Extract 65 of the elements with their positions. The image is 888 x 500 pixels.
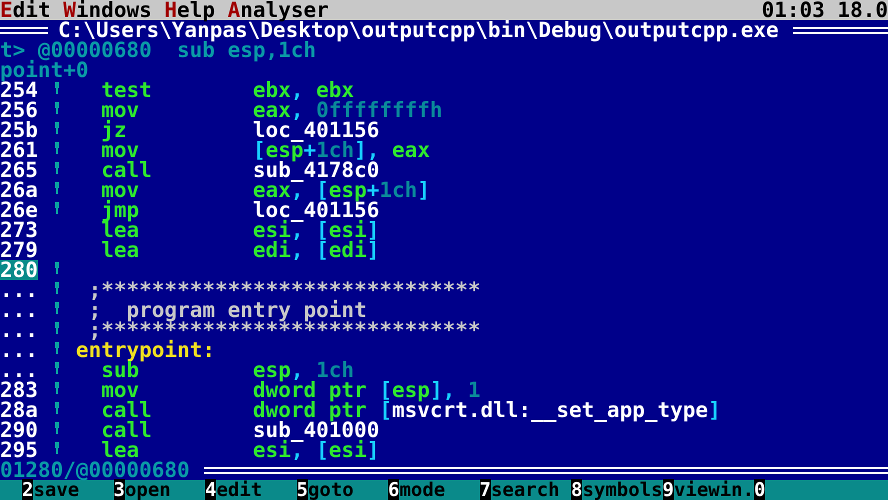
address-label[interactable]: 290 bbox=[0, 420, 38, 440]
operand-text: dword ptr [esp], 1 bbox=[252, 380, 481, 400]
operand-text: esp, 1ch bbox=[252, 360, 354, 380]
function-key[interactable]: 6mode bbox=[388, 480, 480, 500]
function-key[interactable]: 9viewin. bbox=[662, 480, 754, 500]
operand-text: sub_401000 bbox=[252, 420, 380, 440]
operand-text: loc_401156 bbox=[252, 200, 380, 220]
address-label[interactable]: 26a bbox=[0, 180, 38, 200]
address-label[interactable]: 265 bbox=[0, 160, 38, 180]
mnemonic-text: mov bbox=[100, 100, 140, 120]
address-label[interactable]: 28a bbox=[0, 400, 38, 420]
address-label[interactable]: 295 bbox=[0, 440, 38, 460]
address-label[interactable]: 273 bbox=[0, 220, 38, 240]
mnemonic-text: mov bbox=[100, 140, 140, 160]
function-key[interactable]: 3open bbox=[114, 480, 205, 500]
menu-item[interactable]: Windows bbox=[63, 0, 152, 20]
operand-text: edi, [edi] bbox=[252, 240, 380, 260]
address-label[interactable]: 25b bbox=[0, 120, 38, 140]
mnemonic-text: lea bbox=[100, 220, 140, 240]
address-label[interactable]: ... bbox=[0, 300, 38, 320]
clock-text: 01:03 18.0 bbox=[762, 0, 888, 20]
address-label[interactable]: ... bbox=[0, 360, 38, 380]
address-label[interactable]: ... bbox=[0, 280, 38, 300]
address-label[interactable]: ... bbox=[0, 340, 38, 360]
function-key[interactable]: 0 bbox=[754, 480, 846, 500]
menu-item[interactable]: Edit bbox=[0, 0, 51, 20]
offset-status-text: 01280/@00000680 bbox=[0, 460, 190, 480]
function-key[interactable]: 4edit bbox=[205, 480, 296, 500]
address-label[interactable]: 256 bbox=[0, 100, 38, 120]
comment-text: ; program entry point bbox=[88, 300, 367, 320]
comment-text: ;****************************** bbox=[88, 320, 480, 340]
mnemonic-text: mov bbox=[100, 380, 140, 400]
function-key[interactable]: 2save bbox=[22, 480, 114, 500]
address-label[interactable]: 280 bbox=[0, 260, 38, 280]
operand-text: loc_401156 bbox=[252, 120, 380, 140]
mnemonic-text: sub bbox=[101, 360, 140, 380]
function-key[interactable]: 5goto bbox=[296, 480, 388, 500]
location-text: t> @00000680 sub esp,1ch bbox=[0, 40, 316, 60]
function-key[interactable]: 8symbols bbox=[571, 480, 662, 500]
file-path-title: C:\Users\Yanpas\Desktop\outputcpp\bin\Debug\outputcpp.exe bbox=[58, 20, 779, 40]
address-label[interactable]: 261 bbox=[0, 140, 38, 160]
mnemonic-text: call bbox=[100, 420, 153, 440]
mnemonic-text: lea bbox=[101, 440, 140, 460]
operand-text: sub_4178c0 bbox=[252, 160, 380, 180]
address-label[interactable]: 283 bbox=[0, 380, 38, 400]
menu-item[interactable]: Analyser bbox=[228, 0, 329, 20]
comment-text: ;****************************** bbox=[88, 280, 480, 300]
mnemonic-text: mov bbox=[100, 180, 140, 200]
mnemonic-text: jmp bbox=[100, 200, 140, 220]
address-label[interactable]: ... bbox=[0, 320, 38, 340]
address-label[interactable]: 279 bbox=[0, 240, 38, 260]
function-key[interactable]: 7search bbox=[480, 480, 571, 500]
mnemonic-text: call bbox=[100, 400, 153, 420]
mnemonic-text: jz bbox=[100, 120, 128, 140]
symbol-offset-text: point+0 bbox=[0, 60, 89, 80]
mnemonic-text: call bbox=[100, 160, 153, 180]
operand-text: eax, 0ffffffffh bbox=[252, 100, 443, 120]
mnemonic-text: test bbox=[100, 80, 153, 100]
mnemonic-text: lea bbox=[100, 240, 140, 260]
label-text: entrypoint: bbox=[76, 340, 215, 360]
address-label[interactable]: 26e bbox=[0, 200, 38, 220]
menu-item[interactable]: Help bbox=[164, 0, 215, 20]
operand-text: dword ptr [msvcrt.dll:__set_app_type] bbox=[252, 400, 721, 420]
address-label[interactable]: 254 bbox=[0, 80, 38, 100]
operand-text: ebx, ebx bbox=[252, 80, 354, 100]
